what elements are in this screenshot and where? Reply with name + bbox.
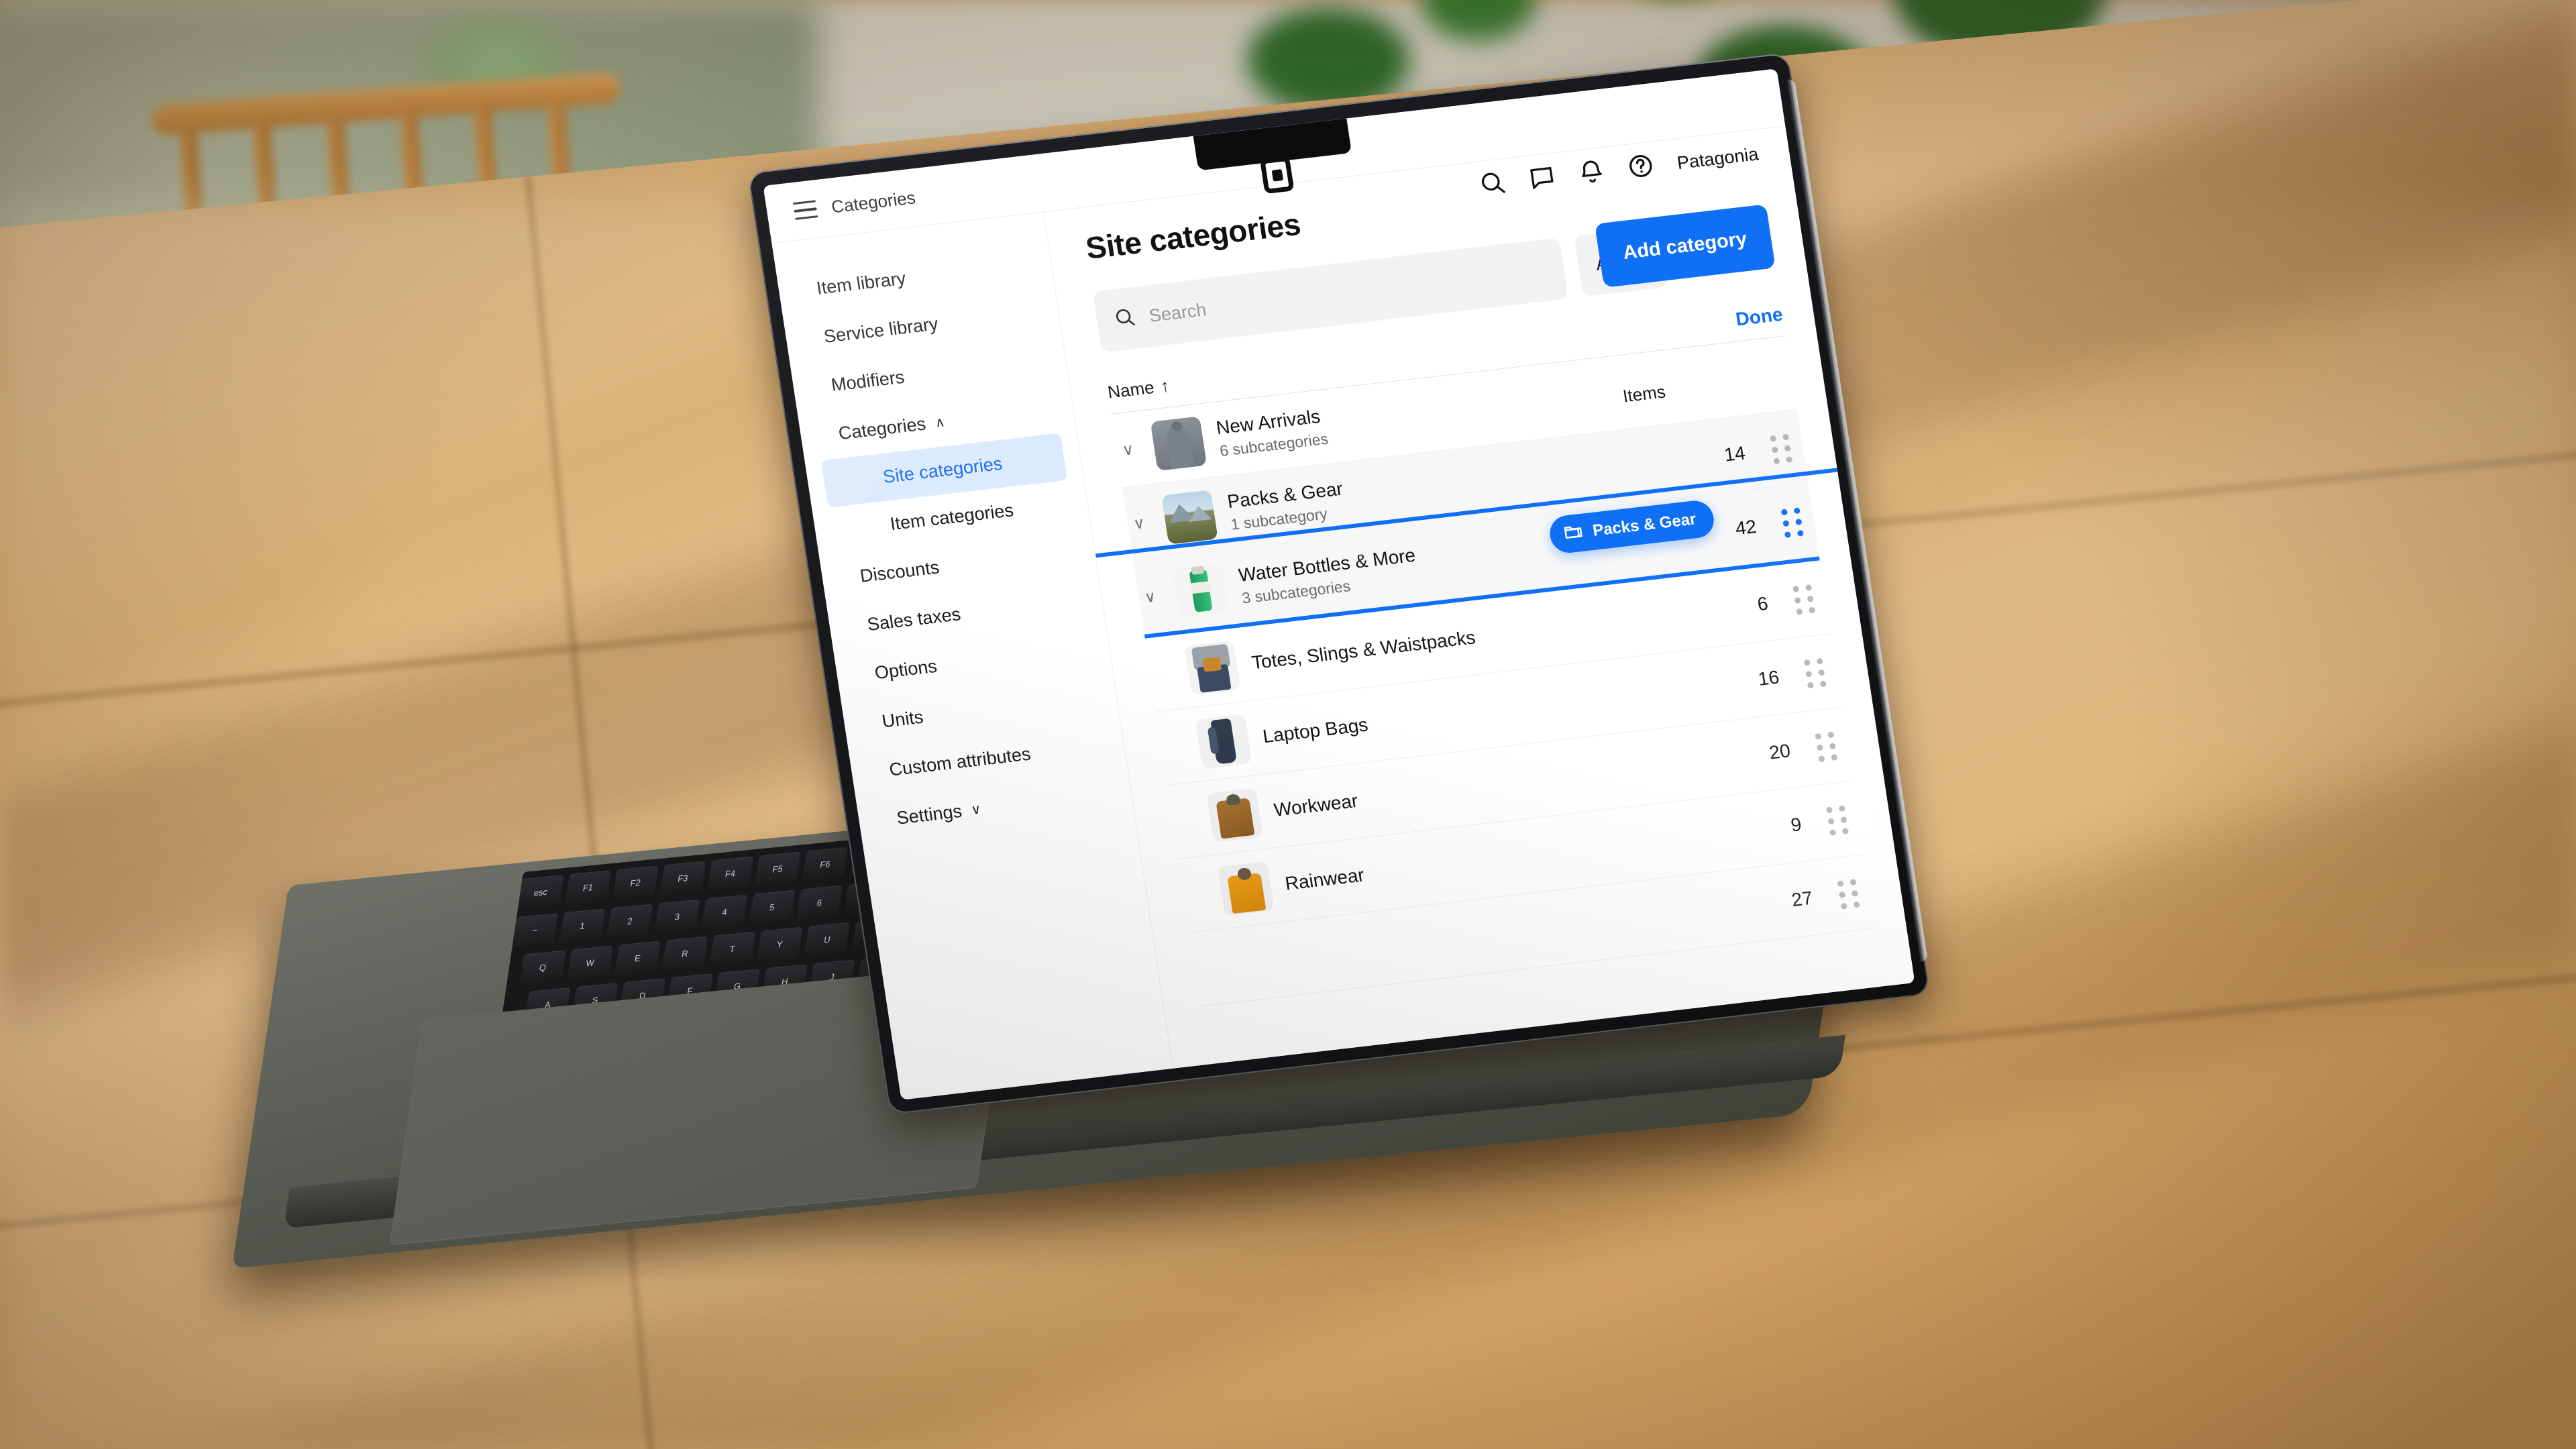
help-icon[interactable] xyxy=(1625,151,1656,184)
row-item-count: 6 xyxy=(1756,592,1770,615)
row-item-count: 9 xyxy=(1789,814,1803,836)
drag-dots-icon xyxy=(1792,584,1816,615)
square-app-icon xyxy=(1259,156,1295,195)
drag-dots-icon xyxy=(1770,433,1793,464)
row-expand-chevron-icon xyxy=(1162,746,1185,749)
row-expand-chevron-icon xyxy=(1195,967,1218,969)
drag-dots-icon xyxy=(1837,878,1860,910)
laptop: escF1F2F3 F4F5F6F7 F8F9F10F11 F12 ~123 4… xyxy=(0,0,2576,1449)
message-icon[interactable] xyxy=(1527,162,1558,195)
main-content: Patagonia Site categories Search Add cat… xyxy=(1044,126,1915,1069)
sidebar-group-label: Settings xyxy=(895,800,963,828)
drag-dots-icon xyxy=(1803,657,1827,689)
column-header-name-label: Name xyxy=(1106,376,1156,402)
row-item-count: 27 xyxy=(1790,887,1815,911)
category-thumbnail xyxy=(1217,861,1275,916)
drag-handle[interactable] xyxy=(1769,506,1816,539)
row-expand-chevron-icon xyxy=(1184,893,1207,896)
drag-handle[interactable] xyxy=(1749,373,1792,378)
account-name[interactable]: Patagonia xyxy=(1676,144,1760,174)
drag-dots-icon xyxy=(1780,506,1804,538)
category-thumbnail xyxy=(1195,714,1252,769)
row-item-count: 16 xyxy=(1756,666,1781,690)
category-thumbnail xyxy=(1161,490,1218,545)
category-thumbnail xyxy=(1172,563,1230,619)
column-header-name[interactable]: Name ↑ xyxy=(1106,375,1171,402)
row-item-count: 14 xyxy=(1723,442,1747,466)
drag-handle[interactable] xyxy=(1803,730,1849,763)
laptop-screen-lid: Categories Item library Service library … xyxy=(747,52,1931,1115)
search-input[interactable] xyxy=(1147,260,1548,327)
app-screen: Categories Item library Service library … xyxy=(763,68,1915,1100)
bell-icon[interactable] xyxy=(1576,157,1607,190)
category-thumbnail xyxy=(1150,416,1208,472)
drag-handle[interactable] xyxy=(1825,877,1872,910)
folder-move-icon xyxy=(1562,520,1585,547)
add-category-button[interactable]: Add category xyxy=(1594,204,1776,288)
row-expand-chevron-icon[interactable]: ∨ xyxy=(1138,586,1163,607)
drag-handle[interactable] xyxy=(1758,432,1805,466)
row-item-count xyxy=(1648,379,1734,389)
drag-dots-icon xyxy=(1825,804,1849,836)
window-title: Categories xyxy=(830,186,917,217)
category-thumbnail xyxy=(1229,935,1286,990)
drag-handle[interactable] xyxy=(1780,582,1827,616)
row-expand-chevron-icon xyxy=(1150,672,1173,675)
sidebar-group-label: Categories xyxy=(837,413,928,444)
category-thumbnail xyxy=(1184,640,1241,696)
drag-dots-icon xyxy=(1815,731,1838,762)
row-expand-chevron-icon xyxy=(1173,820,1195,822)
category-thumbnail xyxy=(1206,788,1263,843)
app-body: Item library Service library Modifiers C… xyxy=(771,125,1915,1100)
hamburger-icon[interactable] xyxy=(792,200,818,220)
done-button[interactable]: Done xyxy=(1734,304,1784,331)
row-expand-chevron-icon[interactable]: ∨ xyxy=(1115,439,1140,460)
row-item-count: 20 xyxy=(1768,740,1792,763)
sort-ascending-icon: ↑ xyxy=(1159,374,1171,396)
category-list: Items ∨ New Arrivals 6 subcategories ∨ P… xyxy=(1095,336,1876,1007)
search-icon[interactable] xyxy=(1478,168,1509,201)
row-text xyxy=(1297,910,1711,958)
chevron-down-icon: ∨ xyxy=(970,801,982,818)
search-icon xyxy=(1113,305,1138,332)
row-name xyxy=(1297,910,1711,958)
row-expand-chevron-icon[interactable]: ∨ xyxy=(1126,513,1152,533)
drag-handle[interactable] xyxy=(1792,656,1839,690)
drag-ghost-label: Packs & Gear xyxy=(1591,510,1698,540)
drag-handle[interactable] xyxy=(1814,804,1861,837)
chevron-up-icon: ∧ xyxy=(934,414,946,431)
